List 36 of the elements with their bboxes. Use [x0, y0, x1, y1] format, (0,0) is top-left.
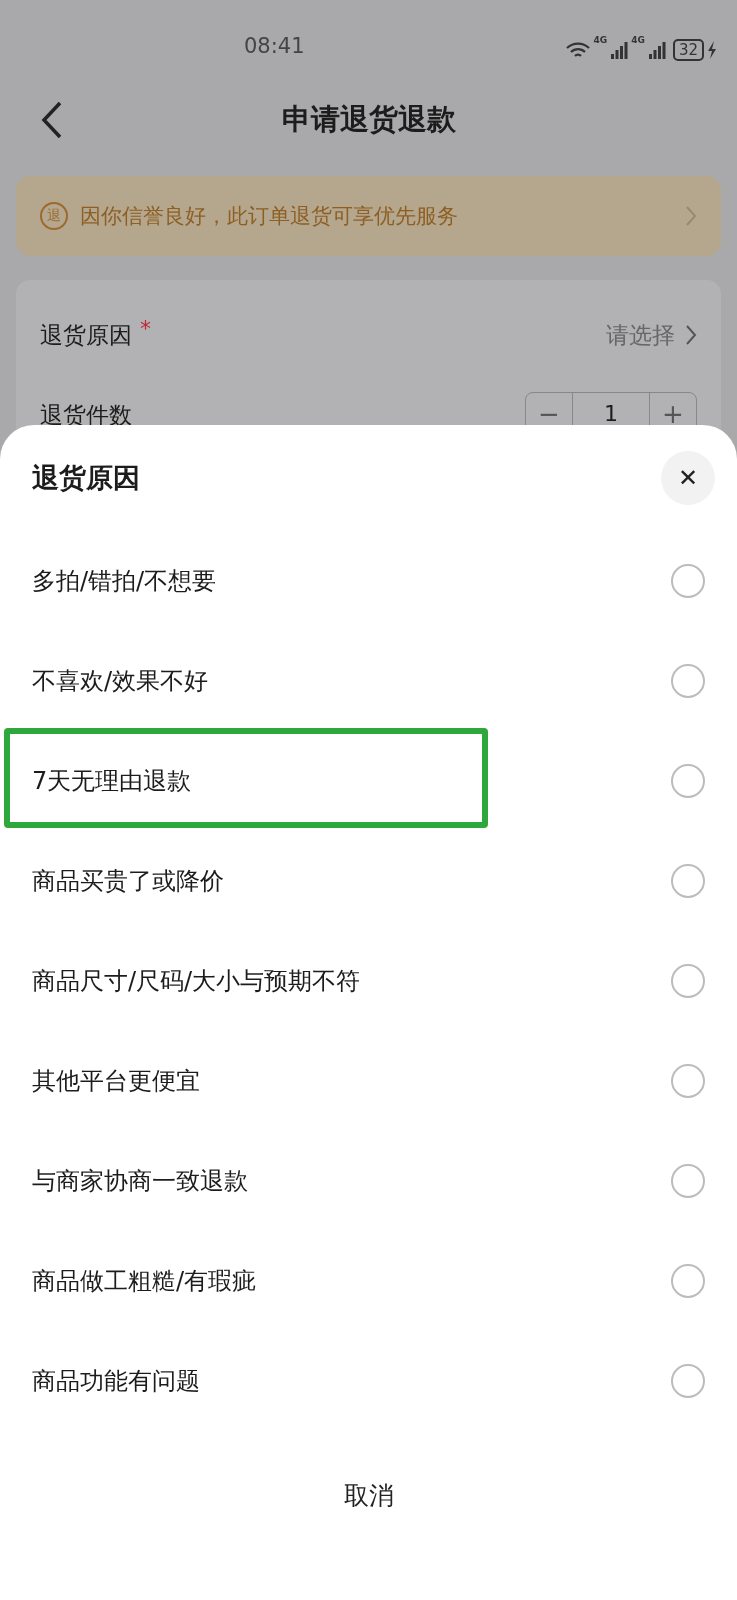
radio-button[interactable]: [671, 1064, 705, 1098]
back-icon[interactable]: [40, 100, 64, 140]
battery-level: 32: [672, 39, 704, 61]
reason-option[interactable]: 与商家协商一致退款: [0, 1131, 737, 1231]
radio-button[interactable]: [671, 564, 705, 598]
network-label: 4G: [631, 35, 645, 45]
radio-button[interactable]: [671, 664, 705, 698]
reason-option[interactable]: 商品做工粗糙/有瑕疵: [0, 1231, 737, 1331]
reason-option[interactable]: 其他平台更便宜: [0, 1031, 737, 1131]
reason-option[interactable]: 商品买贵了或降价: [0, 831, 737, 931]
banner-text: 因你信誉良好，此订单退货可享优先服务: [80, 203, 459, 230]
page-title: 申请退货退款: [281, 101, 456, 138]
network-label: 4G: [593, 35, 608, 45]
radio-button[interactable]: [671, 1364, 705, 1398]
radio-button[interactable]: [671, 1164, 705, 1198]
reason-label: 退货原因: [40, 320, 132, 350]
signal-icon: [610, 41, 629, 59]
reason-option[interactable]: 不喜欢/效果不好: [0, 631, 737, 731]
close-button[interactable]: ✕: [661, 451, 715, 505]
chevron-icon: [685, 324, 697, 346]
reason-option[interactable]: 多拍/错拍/不想要: [0, 531, 737, 631]
required-mark: *: [140, 316, 151, 341]
radio-button[interactable]: [671, 764, 705, 798]
reason-option[interactable]: 7天无理由退款: [0, 731, 737, 831]
reason-option[interactable]: 商品尺寸/尺码/大小与预期不符: [0, 931, 737, 1031]
signal-icon: [647, 41, 666, 59]
radio-button[interactable]: [671, 964, 705, 998]
cancel-button[interactable]: 取消: [323, 1469, 414, 1522]
chevron-icon: [685, 205, 697, 227]
radio-button[interactable]: [671, 1264, 705, 1298]
radio-button[interactable]: [671, 864, 705, 898]
charging-icon: [707, 41, 717, 59]
sheet-title: 退货原因: [32, 461, 140, 495]
return-badge-icon: 退: [40, 202, 68, 230]
status-time: 08:41: [244, 34, 305, 58]
reason-option[interactable]: 商品功能有问题: [0, 1331, 737, 1431]
